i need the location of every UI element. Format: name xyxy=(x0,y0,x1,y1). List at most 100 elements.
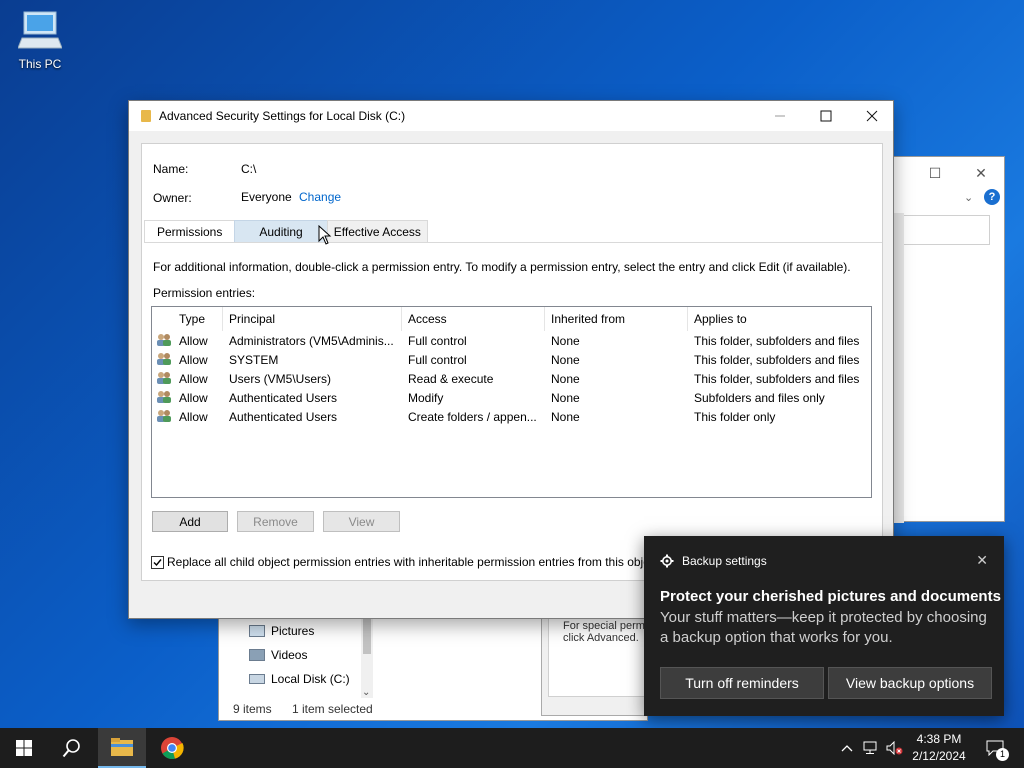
network-tray-button[interactable] xyxy=(860,728,882,768)
start-button[interactable] xyxy=(0,728,48,768)
cell-applies-to: Subfolders and files only xyxy=(694,390,825,405)
users-icon xyxy=(157,391,171,403)
cell-access: Full control xyxy=(408,352,467,367)
taskbar-chrome[interactable] xyxy=(148,728,196,768)
cell-access: Read & execute xyxy=(408,371,494,386)
scrollbar[interactable]: ⌄ xyxy=(361,618,373,698)
table-row[interactable]: Allow Administrators (VM5\Adminis... Full … xyxy=(152,331,871,350)
toast-app-name: Backup settings xyxy=(682,554,767,568)
nav-item-label: Local Disk (C:) xyxy=(271,672,350,686)
table-row[interactable]: Allow Authenticated Users Modify None Subfol… xyxy=(152,388,871,407)
gear-icon xyxy=(660,554,674,568)
minimize-button[interactable] xyxy=(757,101,803,131)
users-icon xyxy=(157,410,171,422)
column-header-principal[interactable]: Principal xyxy=(223,307,402,331)
table-row[interactable]: Allow SYSTEM Full control None This folder, … xyxy=(152,350,871,369)
cell-principal: SYSTEM xyxy=(229,352,279,367)
taskbar-clock[interactable]: 4:38 PM 2/12/2024 xyxy=(904,731,974,765)
replace-permissions-checkbox[interactable] xyxy=(151,556,164,569)
dialog-titlebar[interactable]: Advanced Security Settings for Local Dis… xyxy=(129,101,893,131)
status-selected-count: 1 item selected xyxy=(292,702,373,716)
info-text: For additional information, double-click… xyxy=(153,260,851,274)
videos-icon xyxy=(249,649,265,661)
users-icon xyxy=(157,372,171,384)
cell-type: Allow xyxy=(179,371,208,386)
status-item-count: 9 items xyxy=(233,702,272,716)
close-button[interactable] xyxy=(849,101,895,131)
permission-entries-list[interactable]: Type Principal Access Inherited from App… xyxy=(151,306,872,498)
column-header-applies-to[interactable]: Applies to xyxy=(688,307,871,331)
column-header-type[interactable]: Type xyxy=(173,307,223,331)
toast-close-icon[interactable]: ✕ xyxy=(976,552,988,569)
volume-muted-icon xyxy=(886,741,903,755)
pictures-icon xyxy=(249,625,265,637)
maximize-icon[interactable]: ☐ xyxy=(920,165,950,185)
cell-type: Allow xyxy=(179,409,208,424)
scrollbar-thumb[interactable] xyxy=(363,618,371,654)
change-owner-link[interactable]: Change xyxy=(299,190,341,204)
taskbar-file-explorer[interactable] xyxy=(98,728,146,768)
sidebar-strip xyxy=(894,213,904,523)
help-icon[interactable]: ? xyxy=(984,189,1000,205)
dialog-content-panel: Name: C:\ Owner: Everyone Change Permiss… xyxy=(141,143,883,581)
chrome-icon xyxy=(161,737,184,760)
column-header-inherited-from[interactable]: Inherited from xyxy=(545,307,688,331)
column-header-access[interactable]: Access xyxy=(402,307,545,331)
toast-heading: Protect your cherished pictures and docu… xyxy=(660,588,1001,605)
tab-strip: Permissions Auditing Effective Access xyxy=(144,220,428,243)
cell-inherited-from: None xyxy=(551,371,580,386)
search-button[interactable] xyxy=(48,728,96,768)
cell-inherited-from: None xyxy=(551,390,580,405)
nav-item-pictures[interactable]: Pictures xyxy=(249,620,314,642)
tab-auditing[interactable]: Auditing xyxy=(234,220,328,243)
close-icon[interactable]: ✕ xyxy=(966,165,996,185)
cell-access: Create folders / appen... xyxy=(408,409,537,424)
tab-divider xyxy=(144,242,882,243)
table-row[interactable]: Allow Users (VM5\Users) Read & execute None… xyxy=(152,369,871,388)
show-hidden-icons[interactable] xyxy=(838,728,856,768)
view-button[interactable]: View xyxy=(323,511,400,532)
cell-inherited-from: None xyxy=(551,333,580,348)
name-label: Name: xyxy=(153,162,189,176)
backup-notification-toast[interactable]: Backup settings ✕ Protect your cherished… xyxy=(644,536,1004,716)
nav-item-label: Pictures xyxy=(271,624,315,638)
desktop-icon-label: This PC xyxy=(18,57,62,71)
toast-header: Backup settings xyxy=(660,554,767,568)
scroll-down-icon[interactable]: ⌄ xyxy=(362,687,370,698)
cell-access: Modify xyxy=(408,390,444,405)
dialog-title: Advanced Security Settings for Local Dis… xyxy=(159,109,406,123)
users-icon xyxy=(157,353,171,365)
cell-inherited-from: None xyxy=(551,352,580,367)
table-row[interactable]: Allow Authenticated Users Create folders /… xyxy=(152,407,871,426)
replace-permissions-label[interactable]: Replace all child object permission entr… xyxy=(167,555,650,569)
properties-dialog-fragment: For special permi click Advanced. xyxy=(541,610,658,716)
computer-icon xyxy=(17,11,63,49)
cell-principal: Users (VM5\Users) xyxy=(229,371,332,386)
owner-label: Owner: xyxy=(153,191,192,205)
permission-entries-label: Permission entries: xyxy=(153,286,256,300)
tab-effective-access[interactable]: Effective Access xyxy=(326,220,428,243)
props-text-line2: click Advanced. xyxy=(563,632,639,644)
chevron-down-icon[interactable]: ⌄ xyxy=(964,191,973,204)
maximize-button[interactable] xyxy=(803,101,849,131)
name-value: C:\ xyxy=(241,162,257,176)
view-backup-options-button[interactable]: View backup options xyxy=(828,667,992,699)
list-header: Type Principal Access Inherited from App… xyxy=(152,307,871,331)
volume-tray-button[interactable] xyxy=(884,728,906,768)
minimize-icon xyxy=(775,115,785,117)
remove-button[interactable]: Remove xyxy=(237,511,314,532)
action-center-button[interactable]: 1 xyxy=(978,728,1012,768)
clock-date: 2/12/2024 xyxy=(912,749,966,763)
address-bar[interactable] xyxy=(894,215,990,245)
nav-item-videos[interactable]: Videos xyxy=(249,644,307,666)
add-button[interactable]: Add xyxy=(152,511,228,532)
tab-permissions[interactable]: Permissions xyxy=(144,220,236,243)
users-icon xyxy=(157,334,171,346)
cell-access: Full control xyxy=(408,333,467,348)
desktop-icon-this-pc[interactable]: This PC xyxy=(10,8,70,71)
turn-off-reminders-button[interactable]: Turn off reminders xyxy=(660,667,824,699)
owner-value: Everyone xyxy=(241,190,292,204)
cell-type: Allow xyxy=(179,333,208,348)
chevron-up-icon xyxy=(841,745,853,752)
nav-item-local-disk[interactable]: Local Disk (C:) xyxy=(249,668,350,690)
